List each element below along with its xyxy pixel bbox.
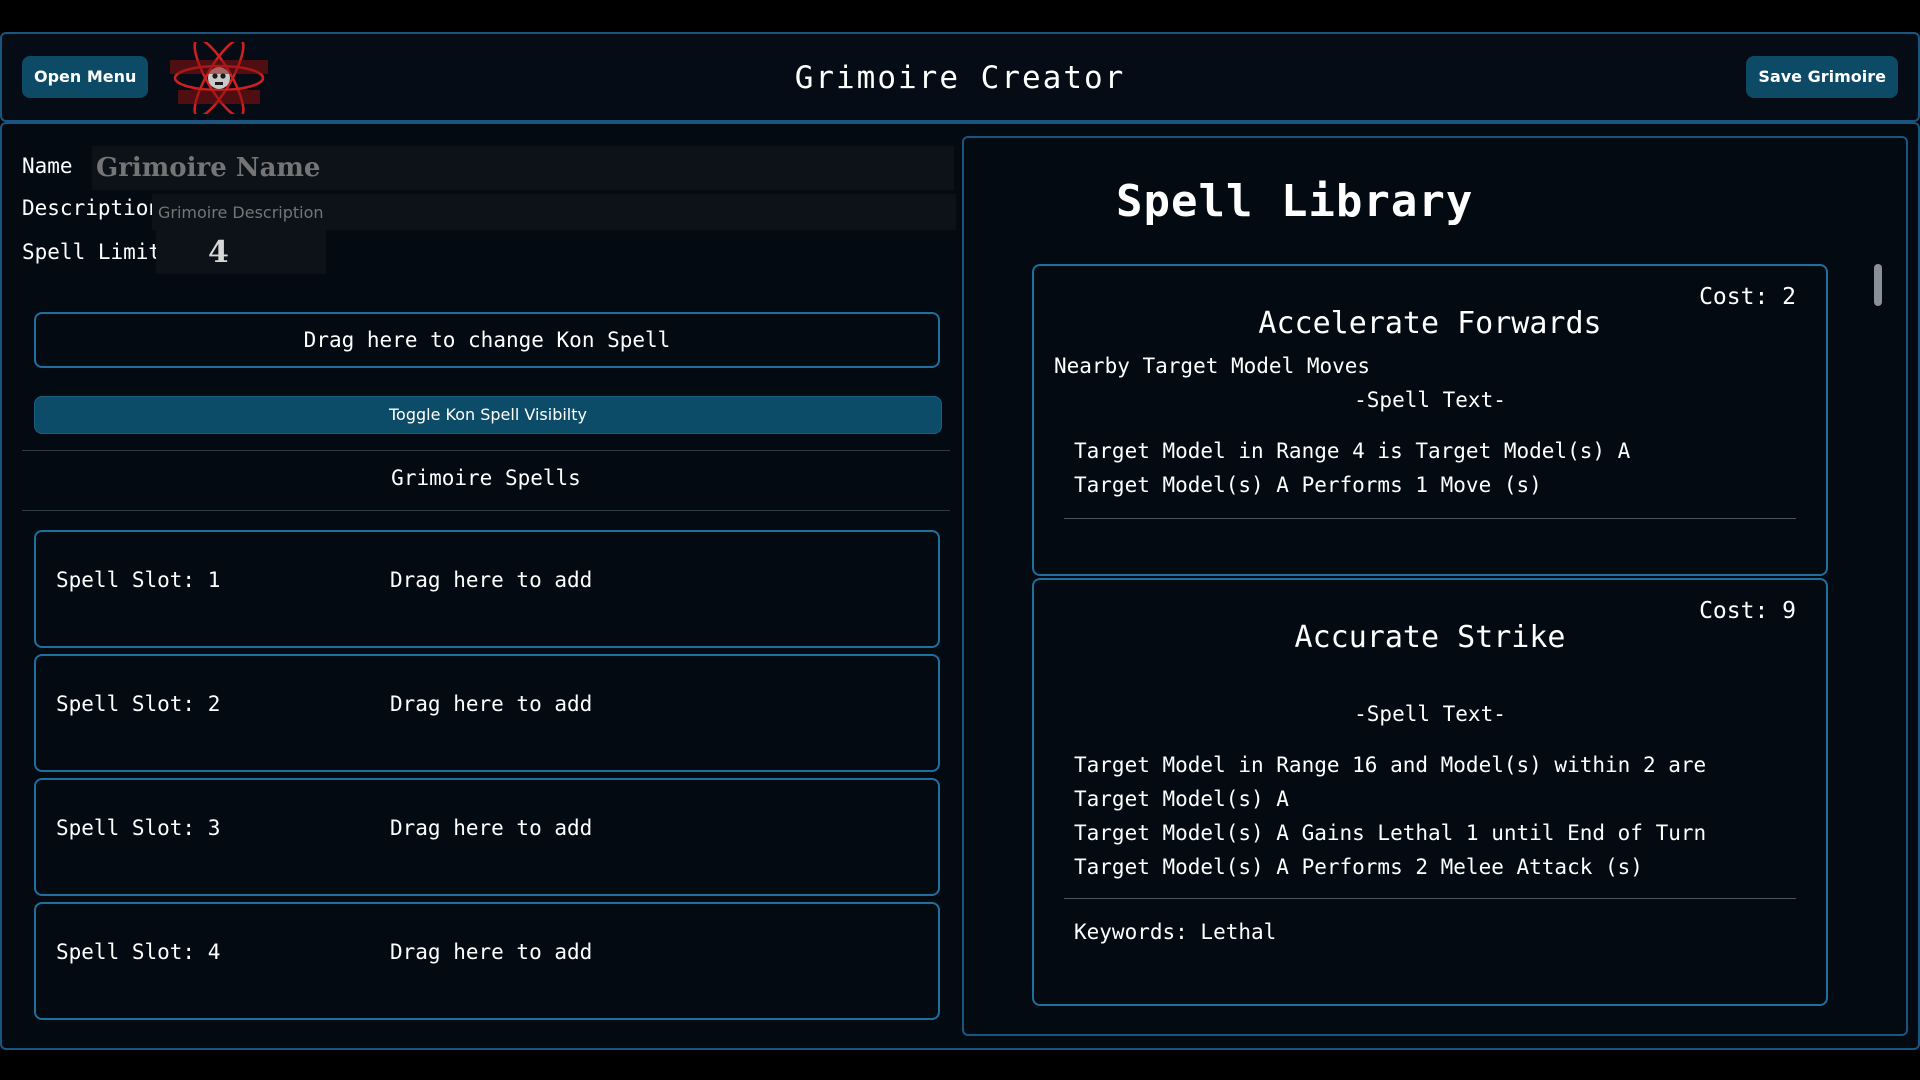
- spell-text-lines: Target Model in Range 4 is Target Model(…: [1074, 434, 1786, 502]
- spell-slot-label: Spell Slot: 3: [56, 816, 221, 840]
- section-divider: [22, 510, 950, 511]
- kon-spell-drop-zone[interactable]: Drag here to change Kon Spell: [34, 312, 940, 368]
- spell-keywords: Keywords: Lethal: [1074, 920, 1277, 944]
- grimoire-description-input[interactable]: [152, 194, 956, 230]
- spell-text-heading: -Spell Text-: [1354, 388, 1506, 412]
- library-scrollbar[interactable]: [1874, 264, 1884, 1018]
- app-header: Open Menu Grimoire Creator Save Grimoire: [0, 32, 1920, 122]
- spell-text-line: Target Model(s) A Gains Lethal 1 until E…: [1074, 821, 1707, 845]
- library-scrollbar-thumb[interactable]: [1874, 264, 1882, 306]
- spell-slot-4[interactable]: Spell Slot: 4 Drag here to add: [34, 902, 940, 1020]
- spell-slot-label: Spell Slot: 2: [56, 692, 221, 716]
- grimoire-spells-title: Grimoire Spells: [391, 466, 581, 490]
- spell-text-line: Target Model(s) A Performs 1 Move (s): [1074, 473, 1542, 497]
- spell-card-accurate-strike[interactable]: Cost: 9 Accurate Strike -Spell Text- Tar…: [1032, 578, 1828, 1006]
- spell-slot-drop-hint: Drag here to add: [390, 816, 593, 840]
- spell-limit-label: Spell Limit: [22, 240, 162, 264]
- spell-slot-3[interactable]: Spell Slot: 3 Drag here to add: [34, 778, 940, 896]
- spell-summary: Nearby Target Model Moves: [1054, 354, 1371, 378]
- spell-text-lines: Target Model in Range 16 and Model(s) wi…: [1074, 748, 1786, 884]
- spell-slot-label: Spell Slot: 1: [56, 568, 221, 592]
- name-row: Name Description Spell Limit: [22, 144, 956, 274]
- spell-text-line: Target Model in Range 16 and Model(s) wi…: [1074, 753, 1707, 811]
- grimoire-name-input[interactable]: [92, 146, 954, 190]
- name-label: Name: [22, 154, 73, 178]
- spell-text-line: Target Model(s) A Performs 2 Melee Attac…: [1074, 855, 1643, 879]
- spell-library-title: Spell Library: [1116, 176, 1474, 227]
- toggle-kon-spell-visibility-button[interactable]: Toggle Kon Spell Visibilty: [34, 396, 942, 434]
- section-divider: [22, 450, 950, 451]
- spell-text-heading: -Spell Text-: [1354, 702, 1506, 726]
- main-area: Name Description Spell Limit Drag here t…: [0, 122, 1920, 1050]
- spell-slot-label: Spell Slot: 4: [56, 940, 221, 964]
- save-grimoire-button[interactable]: Save Grimoire: [1746, 56, 1898, 98]
- app-title: Grimoire Creator: [794, 60, 1126, 96]
- spell-text-line: Target Model in Range 4 is Target Model(…: [1074, 439, 1631, 463]
- grimoire-editor: Name Description Spell Limit Drag here t…: [22, 144, 956, 1020]
- description-label: Description: [22, 196, 162, 220]
- spell-slot-drop-hint: Drag here to add: [390, 940, 593, 964]
- spell-card-accelerate-forwards[interactable]: Cost: 2 Accelerate Forwards Nearby Targe…: [1032, 264, 1828, 576]
- spell-slot-1[interactable]: Spell Slot: 1 Drag here to add: [34, 530, 940, 648]
- spell-slot-drop-hint: Drag here to add: [390, 692, 593, 716]
- spell-name: Accelerate Forwards: [1258, 306, 1602, 341]
- spell-name: Accurate Strike: [1294, 620, 1566, 655]
- spell-limit-input[interactable]: [156, 230, 326, 274]
- spell-slot-2[interactable]: Spell Slot: 2 Drag here to add: [34, 654, 940, 772]
- spell-library-panel: Spell Library Cost: 2 Accelerate Forward…: [962, 136, 1908, 1036]
- spell-slot-drop-hint: Drag here to add: [390, 568, 593, 592]
- card-divider: [1064, 898, 1796, 899]
- card-divider: [1064, 518, 1796, 519]
- spell-library-list[interactable]: Cost: 2 Accelerate Forwards Nearby Targe…: [1032, 264, 1832, 1034]
